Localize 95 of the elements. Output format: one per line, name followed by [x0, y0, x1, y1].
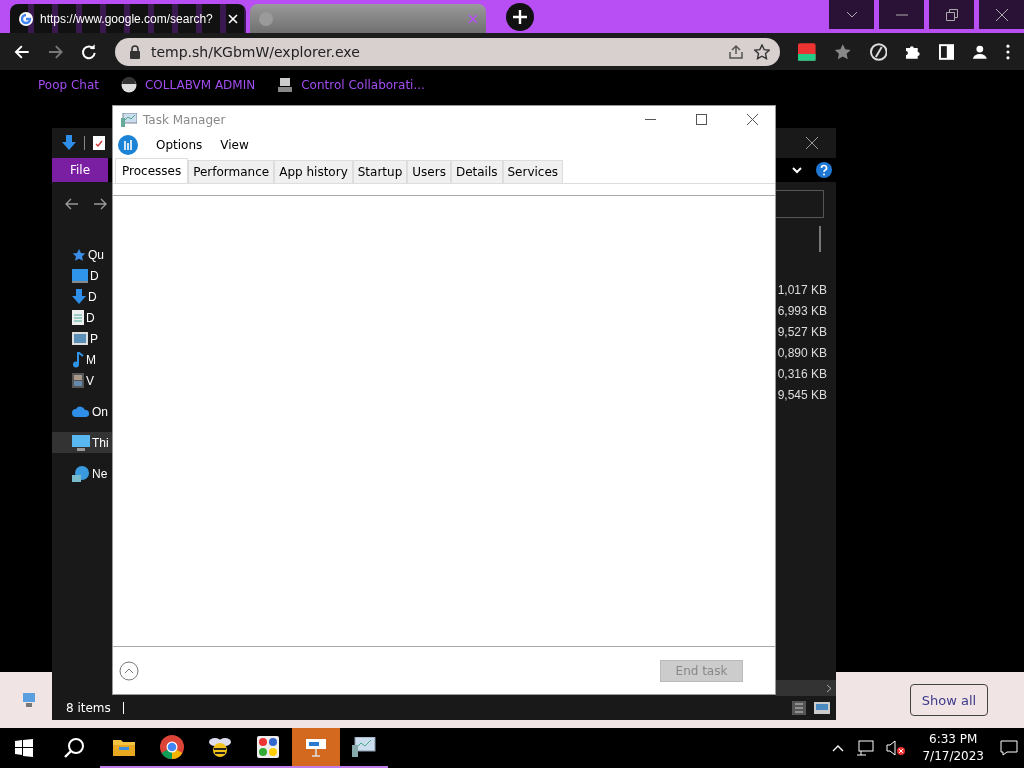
task-manager-icon: [352, 737, 376, 757]
maximize-icon[interactable]: [696, 114, 707, 125]
desktop-icon: [72, 268, 88, 283]
bee-icon: [208, 736, 232, 758]
document-icon: [72, 310, 84, 325]
back-icon[interactable]: [64, 198, 78, 210]
url-text: temp.sh/KGbmW/explorer.exe: [150, 43, 360, 60]
time-text: 6:33 PM: [929, 731, 978, 748]
menu-icon[interactable]: [1006, 43, 1010, 60]
globe-icon: [258, 10, 274, 27]
bookmark[interactable]: COLLABVM ADMIN: [120, 77, 256, 93]
chevron-down-icon: [845, 10, 858, 19]
star-icon: [72, 247, 86, 262]
forward-icon[interactable]: [94, 198, 108, 210]
nav-item[interactable]: M: [52, 349, 112, 370]
bookmark[interactable]: Control Collaborati...: [277, 77, 425, 93]
puzzle-icon[interactable]: [905, 43, 921, 60]
search-icon[interactable]: [63, 737, 85, 759]
file-size: 6,993 KB: [777, 303, 827, 320]
computer-icon: [22, 692, 36, 708]
clock[interactable]: 6:33 PM 7/17/2023: [912, 731, 994, 765]
presentation-icon: [304, 737, 328, 757]
nav-item[interactable]: D: [52, 307, 112, 328]
profile-icon[interactable]: [972, 43, 989, 60]
file-size: 0,316 KB: [777, 366, 827, 383]
windows-logo-icon[interactable]: [15, 739, 33, 757]
tab-title: https://www.google.com/search?: [40, 11, 214, 26]
globe-icon: [18, 10, 34, 27]
show-all-button[interactable]: Show all: [910, 684, 988, 716]
app-logo-icon: [118, 134, 138, 155]
window-title: Task Manager: [143, 112, 226, 127]
file-size: 9,527 KB: [777, 324, 827, 341]
browser-tab[interactable]: https://www.google.com/search?: [10, 4, 246, 33]
nav-item[interactable]: Thi: [52, 432, 112, 453]
bookmark[interactable]: Poop Chat: [38, 78, 99, 92]
tab[interactable]: App history: [274, 160, 353, 183]
minimize-button[interactable]: [878, 0, 924, 29]
minimize-icon: [895, 13, 908, 16]
close-icon[interactable]: [806, 137, 818, 149]
file-size: 9,545 KB: [777, 387, 827, 404]
nav-item[interactable]: V: [52, 370, 112, 391]
nav-item[interactable]: Ne: [52, 463, 112, 484]
computer-icon: [277, 77, 294, 93]
browser-logo-icon: [160, 735, 184, 759]
sidebar-icon[interactable]: [938, 43, 955, 60]
menu-item[interactable]: Options: [156, 137, 203, 152]
star-icon[interactable]: [833, 42, 852, 61]
scroll-right-icon[interactable]: [826, 683, 832, 693]
date-text: 7/17/2023: [922, 748, 984, 765]
file-size: 1,017 KB: [777, 282, 827, 299]
help-icon[interactable]: [816, 162, 832, 178]
tab[interactable]: Processes: [115, 158, 189, 183]
extension-icon[interactable]: [798, 42, 816, 61]
nav-item[interactable]: D: [52, 265, 112, 286]
address-bar[interactable]: temp.sh/KGbmW/explorer.exe: [114, 37, 781, 66]
monitor-icon: [72, 434, 90, 451]
tab[interactable]: Startup: [352, 160, 408, 183]
document-icon[interactable]: [93, 136, 105, 150]
speaker-muted-icon[interactable]: [886, 740, 907, 756]
close-button[interactable]: [978, 0, 1024, 29]
picture-icon: [72, 332, 88, 345]
file-size: 0,890 KB: [777, 345, 827, 362]
monitor-icon: [121, 112, 137, 127]
star-icon[interactable]: [754, 43, 771, 60]
avatar-icon: [120, 77, 137, 93]
tab[interactable]: Users: [407, 160, 451, 183]
restore-icon: [945, 8, 958, 21]
folder-icon: [113, 738, 135, 756]
nav-item[interactable]: On: [52, 401, 112, 422]
nav-item[interactable]: Qu: [52, 244, 112, 265]
music-note-icon: [72, 351, 84, 368]
lock-icon: [128, 44, 141, 59]
new-tab-icon[interactable]: [506, 2, 534, 31]
download-icon: [72, 288, 86, 305]
film-icon: [72, 373, 84, 388]
restore-button[interactable]: [928, 0, 974, 29]
notification-icon[interactable]: [1000, 740, 1018, 756]
tab-search-button[interactable]: [828, 0, 874, 29]
download-icon[interactable]: [62, 135, 76, 151]
tab[interactable]: Details: [450, 160, 503, 183]
tab[interactable]: Services: [502, 160, 564, 183]
status-text: 8 items: [66, 701, 111, 715]
nav-item[interactable]: D: [52, 286, 112, 307]
share-icon[interactable]: [728, 43, 745, 60]
chevron-down-icon[interactable]: [792, 166, 802, 174]
nav-item[interactable]: P: [52, 328, 112, 349]
close-icon: [995, 8, 1008, 21]
menu-item[interactable]: View: [220, 137, 249, 152]
tab[interactable]: Performance: [188, 160, 275, 183]
palette-icon: [257, 736, 279, 758]
reload-icon[interactable]: [81, 43, 97, 60]
close-icon[interactable]: [747, 114, 758, 125]
forward-icon[interactable]: [47, 43, 64, 60]
cloud-icon: [72, 406, 90, 417]
file-tab[interactable]: File: [52, 158, 108, 182]
